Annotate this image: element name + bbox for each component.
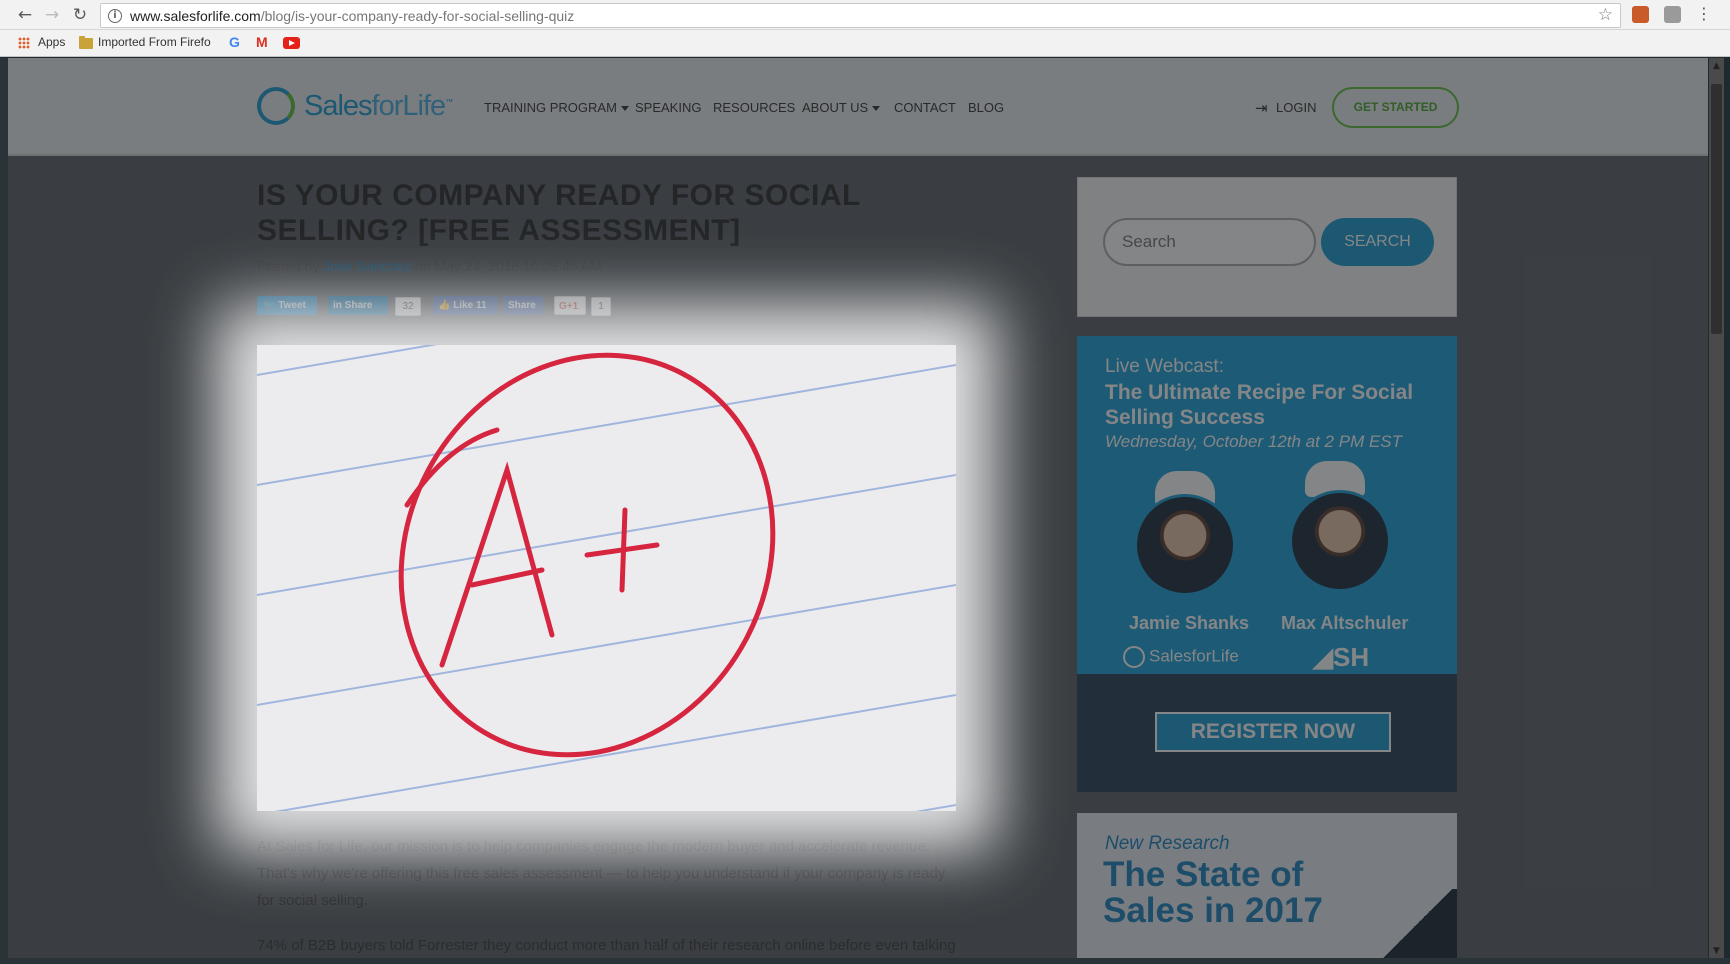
bookmark-apps[interactable]: Apps [38,35,65,49]
bookmarks-bar: Apps Imported From Firefo G M [0,30,1730,57]
nav-about-us[interactable]: ABOUT US [802,100,881,115]
folder-icon [79,36,93,49]
info-icon[interactable]: i [108,9,122,23]
webcast-date: Wednesday, October 12th at 2 PM EST [1105,432,1403,451]
research-banner[interactable]: New Research The State of Sales in 2017 [1077,813,1457,959]
site-logo[interactable]: SalesforLife™ [304,90,453,123]
google-plus-count: 1 [591,297,611,316]
site-header: SalesforLife™ TRAINING PROGRAM SPEAKING … [8,58,1708,156]
browser-toolbar: ← → ↻ i www.salesforlife.com/blog/is-you… [0,0,1730,30]
apps-icon[interactable] [18,37,30,49]
search-widget: SEARCH [1077,177,1457,317]
article-paragraph: At Sales for Life, our mission is to hel… [257,838,946,909]
scrollbar[interactable]: ▲ ▼ [1709,58,1724,959]
arrow-icon [1377,889,1457,959]
facebook-like-button[interactable]: 👍 Like 11 [433,296,498,315]
login-icon[interactable]: ⇥ [1255,99,1268,117]
youtube-icon[interactable] [283,37,300,49]
webcast-label: Live Webcast: [1105,356,1224,377]
search-button[interactable]: SEARCH [1321,218,1434,266]
chevron-down-icon [872,106,881,112]
get-started-button[interactable]: GET STARTED [1332,87,1459,128]
url-text: www.salesforlife.com/blog/is-your-compan… [130,8,575,24]
browser-menu-icon[interactable]: ⋮ [1696,4,1712,23]
login-link[interactable]: LOGIN [1276,100,1316,115]
page-viewport: SalesforLife™ TRAINING PROGRAM SPEAKING … [8,58,1708,959]
address-bar[interactable]: i www.salesforlife.com/blog/is-your-comp… [100,3,1621,28]
nav-training-program[interactable]: TRAINING PROGRAM [484,100,629,115]
window-frame [0,58,8,964]
google-icon[interactable]: G [229,34,240,50]
forward-icon[interactable]: → [42,6,62,24]
logo-icon [1123,646,1145,668]
linkedin-share-button[interactable]: in Share [328,296,388,315]
window-frame [0,958,1730,964]
research-title: The State of Sales in 2017 [1103,855,1323,930]
tweet-button[interactable]: 🐦 Tweet [257,296,317,315]
hero-image: A+ [257,345,956,811]
register-now-button[interactable]: REGISTER NOW [1155,712,1391,752]
chevron-down-icon [620,106,629,112]
nav-contact[interactable]: CONTACT [894,100,956,115]
article-title: IS YOUR COMPANY READY FOR SOCIAL SELLING… [257,179,861,247]
author-link[interactable]: Jose Sanchez [323,258,411,274]
facebook-share-button[interactable]: Share [503,296,543,315]
extension-icon[interactable] [1664,6,1681,23]
linkedin-share-count: 32 [395,297,421,316]
logo-icon[interactable] [257,87,295,125]
speaker-name: Jamie Shanks [1129,613,1250,633]
back-icon[interactable]: ← [15,6,35,24]
gmail-icon[interactable]: M [256,34,268,50]
webcast-banner[interactable]: Live Webcast: The Ultimate Recipe For So… [1077,336,1457,792]
nav-resources[interactable]: RESOURCES [713,100,795,115]
scroll-down-icon[interactable]: ▼ [1709,946,1724,956]
avatar [1134,494,1236,596]
nav-speaking[interactable]: SPEAKING [635,100,701,115]
article-meta: Posted by Jose Sanchez on May 24, 2016 1… [257,258,602,274]
partner-logo: ◢SH [1313,642,1370,672]
research-label: New Research [1105,833,1230,854]
partner-logo: SalesforLife [1123,646,1239,668]
webcast-title: The Ultimate Recipe For Social Selling S… [1105,381,1414,429]
bookmark-star-icon[interactable]: ☆ [1598,5,1613,25]
scroll-up-icon[interactable]: ▲ [1709,61,1724,71]
search-input[interactable] [1103,218,1316,266]
article-paragraph: 74% of B2B buyers told Forrester they co… [257,937,956,954]
google-plus-button[interactable]: G+1 [554,296,586,315]
avatar [1289,490,1391,592]
extension-icon[interactable] [1632,6,1649,23]
reload-icon[interactable]: ↻ [70,6,90,24]
scrollbar-thumb[interactable] [1711,84,1722,334]
bookmark-imported-folder[interactable]: Imported From Firefo [98,35,214,49]
speaker-name: Max Altschuler [1281,613,1409,633]
nav-blog[interactable]: BLOG [968,100,1004,115]
graded-paper-illustration [257,345,956,811]
